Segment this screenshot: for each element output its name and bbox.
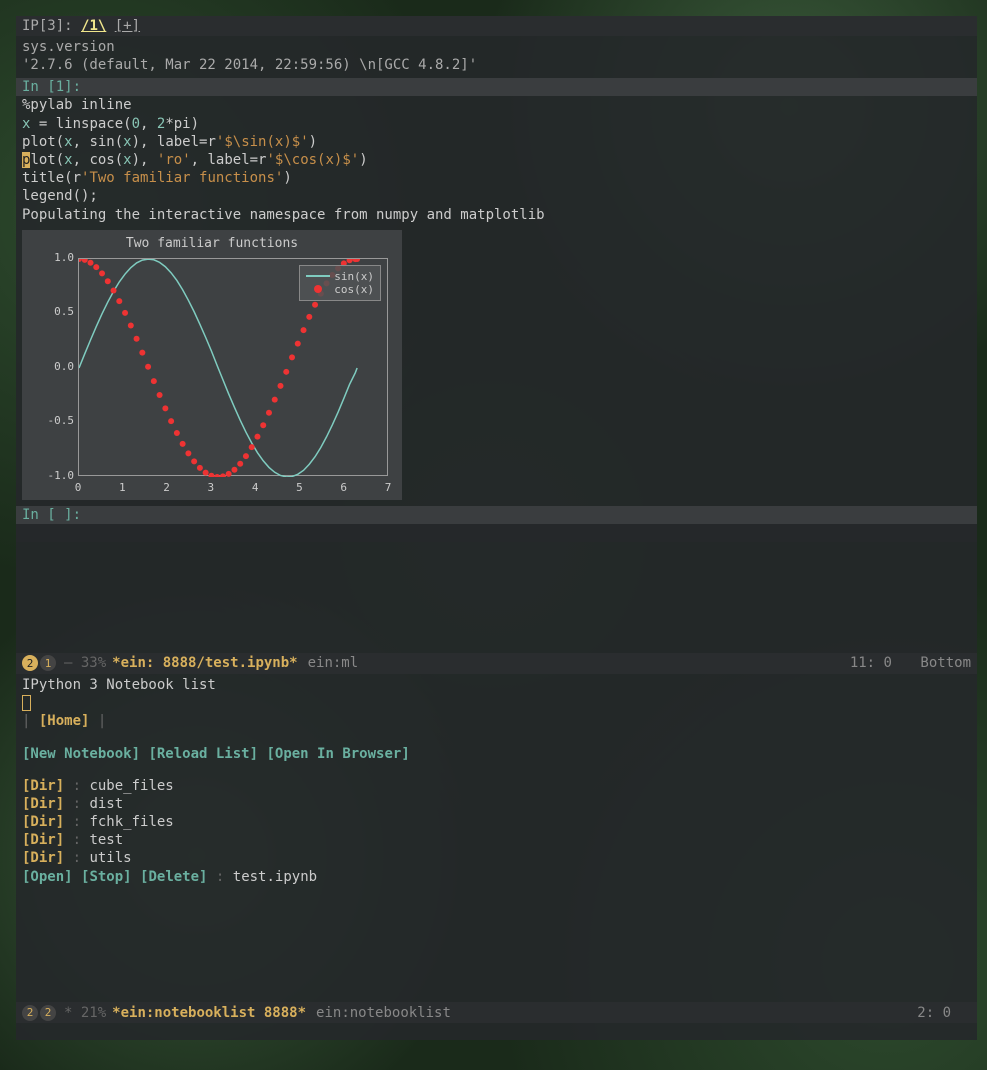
- prompt-in-empty: In [ ]:: [16, 506, 977, 524]
- notebooklist-pane: IPython 3 Notebook list | [Home] | [New …: [16, 674, 977, 1002]
- buffer-name: *ein: 8888/test.ipynb*: [112, 655, 297, 671]
- empty-cell[interactable]: [16, 524, 977, 542]
- badge-icon: 1: [40, 655, 56, 671]
- output-line: sys.version: [22, 38, 971, 56]
- prompt-in-1: In [1]:: [16, 78, 977, 96]
- tab-line: IP[3]: /1\ [+]: [16, 16, 977, 36]
- legend-dot-icon: [314, 285, 322, 293]
- open-file-button[interactable]: [Open]: [22, 869, 73, 885]
- tab-active[interactable]: /1\: [81, 18, 106, 34]
- dir-name[interactable]: cube_files: [89, 778, 173, 794]
- dir-link[interactable]: [Dir]: [22, 778, 64, 794]
- modeline-top: 2 1 — 33% *ein: 8888/test.ipynb* ein:ml …: [16, 653, 977, 674]
- dir-link[interactable]: [Dir]: [22, 832, 64, 848]
- dir-link[interactable]: [Dir]: [22, 814, 64, 830]
- tab-add[interactable]: [+]: [115, 18, 140, 34]
- legend-label: sin(x): [334, 270, 374, 283]
- dir-link[interactable]: [Dir]: [22, 850, 64, 866]
- buffer-name: *ein:notebooklist 8888*: [112, 1005, 306, 1021]
- legend-label: cos(x): [334, 283, 374, 296]
- scroll-pos: Bottom: [920, 655, 971, 671]
- dir-name[interactable]: utils: [89, 850, 131, 866]
- dir-name[interactable]: dist: [89, 796, 123, 812]
- badge-icon: 2: [40, 1005, 56, 1021]
- legend-line-icon: [306, 275, 330, 277]
- stop-file-button[interactable]: [Stop]: [81, 869, 132, 885]
- cursor-pos: 11: 0: [850, 655, 892, 671]
- dir-name[interactable]: test: [89, 832, 123, 848]
- plot-box: sin(x) cos(x): [78, 258, 388, 476]
- major-mode: ein:notebooklist: [316, 1005, 451, 1021]
- badge-icon: 2: [22, 1005, 38, 1021]
- chart-title: Two familiar functions: [22, 230, 402, 251]
- plot-output: Two familiar functions sin(x) cos(x) -1.…: [22, 230, 402, 500]
- ip-label: IP[3]:: [22, 18, 73, 34]
- modeline-bottom: 2 2 * 21% *ein:notebooklist 8888* ein:no…: [16, 1002, 977, 1023]
- code-cell-1[interactable]: %pylab inline x = linspace(0, 2*pi) plot…: [16, 96, 977, 223]
- dir-link[interactable]: [Dir]: [22, 796, 64, 812]
- cell0-output: sys.version '2.7.6 (default, Mar 22 2014…: [16, 36, 977, 76]
- output-line: '2.7.6 (default, Mar 22 2014, 22:59:56) …: [22, 56, 971, 74]
- new-notebook-button[interactable]: [New Notebook]: [22, 746, 140, 762]
- reload-list-button[interactable]: [Reload List]: [148, 746, 258, 762]
- open-browser-button[interactable]: [Open In Browser]: [266, 746, 409, 762]
- dir-name[interactable]: fchk_files: [89, 814, 173, 830]
- nblist-title: IPython 3 Notebook list: [22, 676, 971, 694]
- delete-file-button[interactable]: [Delete]: [140, 869, 207, 885]
- minibuffer[interactable]: [16, 1023, 977, 1040]
- home-link[interactable]: [Home]: [39, 713, 90, 729]
- cursor-pos: 2: 0: [917, 1005, 951, 1021]
- legend: sin(x) cos(x): [299, 265, 381, 301]
- badge-icon: 2: [22, 655, 38, 671]
- major-mode: ein:ml: [308, 655, 359, 671]
- file-name[interactable]: test.ipynb: [233, 869, 317, 885]
- notebook-pane: IP[3]: /1\ [+] sys.version '2.7.6 (defau…: [16, 16, 977, 653]
- cursor-outline: [22, 695, 31, 711]
